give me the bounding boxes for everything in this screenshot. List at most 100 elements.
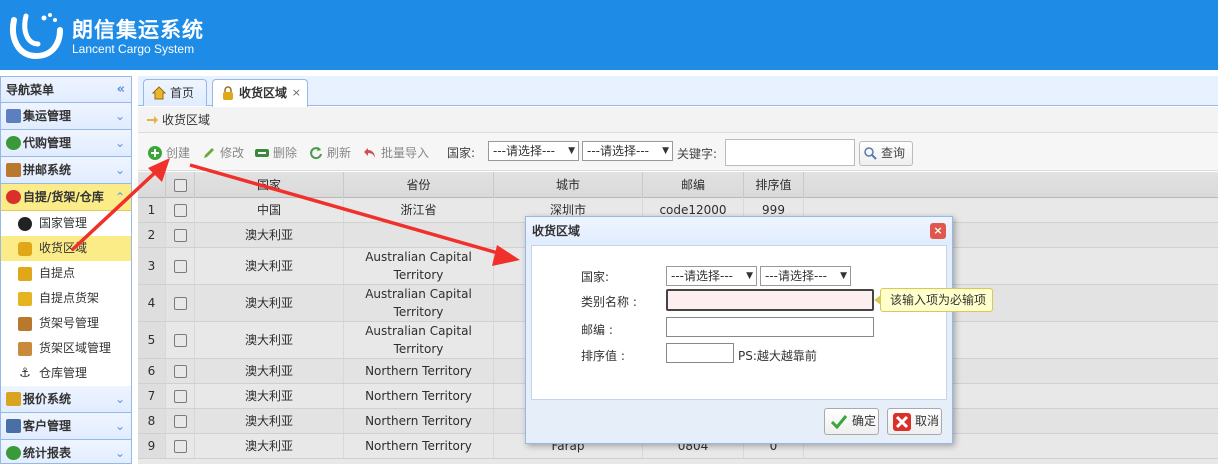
refresh-button[interactable]: 刷新 — [309, 144, 351, 162]
sidebar-item-receiving-area[interactable]: 收货区域 — [1, 236, 131, 261]
coins-icon — [6, 392, 21, 406]
lock-icon — [223, 86, 233, 100]
search-icon — [864, 147, 877, 160]
delete-label: 删除 — [273, 146, 298, 160]
anchor-icon: ⚓ — [19, 366, 31, 381]
sort-input[interactable] — [666, 343, 734, 363]
keyword-label: 关键字: — [677, 147, 718, 161]
chevron-down-icon: ▼ — [662, 146, 669, 156]
tab-home[interactable]: 首页 — [143, 79, 207, 106]
box-icon — [18, 317, 32, 331]
category-field-label: 类别名称 : — [581, 295, 637, 309]
query-button[interactable]: 查询 — [859, 141, 913, 166]
import-button[interactable]: 批量导入 — [363, 144, 429, 162]
key-icon — [18, 292, 32, 306]
app-header: 朗信集运系统 Lancent Cargo System — [0, 0, 1218, 70]
logo-icon — [10, 13, 63, 60]
collapse-icon[interactable]: « — [117, 77, 125, 103]
sidebar-group-ziti[interactable]: 自提/货架/仓库 ⌃ — [1, 184, 131, 211]
sidebar-item-label: 仓库管理 — [39, 366, 88, 380]
sidebar-group-jiyun[interactable]: 集运管理 ⌄ — [1, 103, 131, 130]
chevron-down-icon: ⌄ — [114, 446, 125, 460]
undo-arrow-icon — [364, 148, 375, 158]
app-subtitle: Lancent Cargo System — [72, 42, 195, 56]
sidebar-item-pickup-shelf[interactable]: 自提点货架 — [1, 286, 131, 311]
hand-icon — [147, 116, 158, 124]
chevron-down-icon: ⌄ — [114, 136, 125, 150]
box-icon — [6, 163, 21, 177]
query-label: 查询 — [881, 146, 906, 160]
tab-receiving-area[interactable]: 收货区域 × — [212, 79, 308, 107]
tab-label: 首页 — [170, 86, 195, 100]
tab-label: 收货区域 — [239, 86, 288, 100]
dialog-country-select-value: ---请选择--- — [671, 269, 733, 283]
chevron-down-icon: ⌄ — [114, 419, 125, 433]
sidebar-item-shelf-number[interactable]: 货架号管理 — [1, 311, 131, 336]
country-select[interactable]: ---请选择--- ▼ — [488, 141, 579, 161]
close-icon[interactable]: × — [930, 223, 946, 239]
sidebar-group-daigou[interactable]: 代购管理 ⌄ — [1, 130, 131, 157]
sidebar-group-report[interactable]: 统计报表 ⌄ — [1, 440, 131, 463]
country-filter-label: 国家: — [447, 146, 476, 160]
sidebar-item-label: 自提点货架 — [39, 291, 100, 305]
province-select[interactable]: ---请选择--- ▼ — [582, 141, 673, 161]
panel-title-text: 收货区域 — [162, 113, 211, 127]
red-circle-icon — [6, 190, 21, 204]
ok-label: 确定 — [852, 414, 877, 428]
sidebar-item-shelf-area[interactable]: 货架区域管理 — [1, 336, 131, 361]
sidebar-item-pickup-point[interactable]: 自提点 — [1, 261, 131, 286]
country-field-label: 国家: — [581, 270, 610, 284]
zip-field-label: 邮编 : — [581, 323, 613, 337]
sidebar-item-warehouse[interactable]: ⚓ 仓库管理 — [1, 361, 131, 386]
chevron-down-icon: ⌄ — [114, 163, 125, 177]
sidebar-item-label: 收货区域 — [39, 241, 88, 255]
dialog-province-select-value: ---请选择--- — [765, 269, 827, 283]
dialog-province-select[interactable]: ---请选择--- ▼ — [760, 266, 851, 286]
sidebar-item-label: 货架区域管理 — [39, 341, 112, 355]
import-label: 批量导入 — [381, 146, 430, 160]
edit-label: 修改 — [220, 146, 245, 160]
chevron-up-icon: ⌃ — [114, 190, 125, 204]
sidebar-group-label: 客户管理 — [23, 419, 72, 433]
sidebar-group-label: 统计报表 — [23, 446, 72, 460]
sidebar-group-pinyou[interactable]: 拼邮系统 ⌄ — [1, 157, 131, 184]
monitor-icon — [6, 109, 21, 123]
globe-icon — [6, 446, 21, 460]
dialog-title: 收货区域 — [532, 224, 581, 238]
sort-hint: PS:越大越靠前 — [738, 349, 817, 363]
chevron-down-icon: ▼ — [746, 271, 753, 281]
sidebar-group-label: 拼邮系统 — [23, 163, 72, 177]
cancel-button[interactable]: 取消 — [887, 408, 942, 435]
zip-input[interactable] — [666, 317, 874, 337]
receiving-area-dialog: 收货区域 × 国家: ---请选择--- ▼ ---请选择--- ▼ 类别名称 : … — [525, 216, 953, 444]
app-title: 朗信集运系统 — [72, 18, 204, 42]
sidebar-group-quote[interactable]: 报价系统 ⌄ — [1, 386, 131, 413]
sidebar-group-label: 集运管理 — [23, 109, 72, 123]
dialog-country-select[interactable]: ---请选择--- ▼ — [666, 266, 757, 286]
dialog-title-bar: 收货区域 × — [526, 217, 952, 245]
soccer-ball-icon — [18, 217, 32, 231]
chevron-down-icon: ⌄ — [114, 392, 125, 406]
plus-icon — [148, 146, 162, 160]
unlock-icon — [18, 267, 32, 281]
refresh-label: 刷新 — [327, 146, 352, 160]
create-button[interactable]: 创建 — [148, 144, 190, 162]
sidebar-group-customer[interactable]: 客户管理 ⌄ — [1, 413, 131, 440]
check-icon — [830, 415, 848, 430]
ok-button[interactable]: 确定 — [824, 408, 879, 435]
chevron-down-icon: ▼ — [568, 146, 575, 156]
sidebar-group-label: 自提/货架/仓库 — [23, 190, 104, 204]
category-name-input[interactable] — [666, 289, 874, 311]
close-icon[interactable]: × — [292, 80, 301, 106]
sidebar-item-label: 国家管理 — [39, 216, 88, 230]
keyword-input[interactable] — [725, 139, 855, 166]
delete-button[interactable]: 删除 — [255, 144, 297, 162]
sidebar-group-label: 报价系统 — [23, 392, 72, 406]
sidebar-item-label: 自提点 — [39, 266, 76, 280]
sidebar: 导航菜单 « 集运管理 ⌄ 代购管理 ⌄ 拼邮系统 ⌄ 自提/货架/仓库 ⌃ 国… — [0, 76, 132, 464]
province-select-value: ---请选择--- — [587, 144, 649, 158]
sidebar-item-country[interactable]: 国家管理 — [1, 211, 131, 236]
open-box-icon — [18, 342, 32, 356]
globe-icon — [6, 136, 21, 150]
edit-button[interactable]: 修改 — [202, 144, 244, 162]
